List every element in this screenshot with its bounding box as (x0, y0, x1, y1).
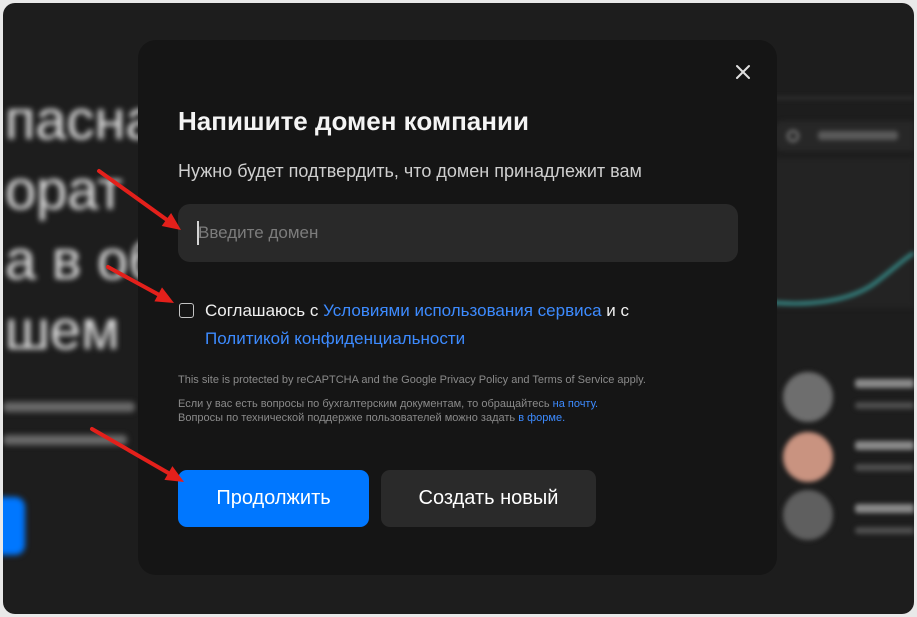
support-billing-line: Если у вас есть вопросы по бухгалтерским… (178, 397, 598, 411)
modal-title: Напишите домен компании (178, 106, 529, 136)
create-new-button[interactable]: Создать новый (381, 470, 596, 527)
close-button[interactable] (733, 62, 753, 82)
background-user-subtitle (855, 527, 914, 534)
consent-checkbox[interactable] (179, 303, 194, 318)
background-avatar (783, 490, 833, 540)
support-tech-line: Вопросы по технической поддержке пользов… (178, 411, 598, 425)
consent-suffix: и с (601, 301, 630, 320)
text-caret (197, 221, 199, 245)
form-link[interactable]: в форме. (518, 412, 565, 424)
consent-prefix: Соглашаюсь с (205, 301, 324, 320)
support-info: Если у вас есть вопросы по бухгалтерским… (178, 397, 598, 425)
screen-frame: пасна орат а в об шем Напишите домен ком (3, 3, 914, 614)
email-link[interactable]: на почту. (553, 398, 598, 410)
background-avatar (783, 432, 833, 482)
background-search-text (818, 131, 898, 140)
close-icon (736, 65, 750, 79)
domain-input[interactable] (178, 204, 738, 262)
domain-modal: Напишите домен компании Нужно будет подт… (138, 40, 777, 575)
consent-line: Соглашаюсь с Условиями использования сер… (205, 297, 629, 325)
background-chart-card (768, 158, 914, 308)
background-user-name (855, 504, 914, 513)
consent-label: Соглашаюсь с Условиями использования сер… (205, 297, 629, 353)
consent-line: Политикой конфиденциальности (205, 325, 629, 353)
background-user-name (855, 441, 914, 450)
recaptcha-notice: This site is protected by reCAPTCHA and … (178, 374, 646, 386)
support-billing-text: Если у вас есть вопросы по бухгалтерским… (178, 398, 553, 410)
background-user-subtitle (855, 464, 914, 471)
domain-input-wrapper (178, 204, 738, 262)
background-user-name (855, 379, 914, 388)
background-avatar (783, 372, 833, 422)
modal-subtitle: Нужно будет подтвердить, что домен прина… (178, 161, 642, 181)
background-user-subtitle (855, 402, 914, 409)
continue-button[interactable]: Продолжить (178, 470, 369, 527)
privacy-link[interactable]: Политикой конфиденциальности (205, 329, 465, 348)
terms-link[interactable]: Условиями использования сервиса (323, 301, 601, 320)
support-tech-text: Вопросы по технической поддержке пользов… (178, 412, 519, 424)
